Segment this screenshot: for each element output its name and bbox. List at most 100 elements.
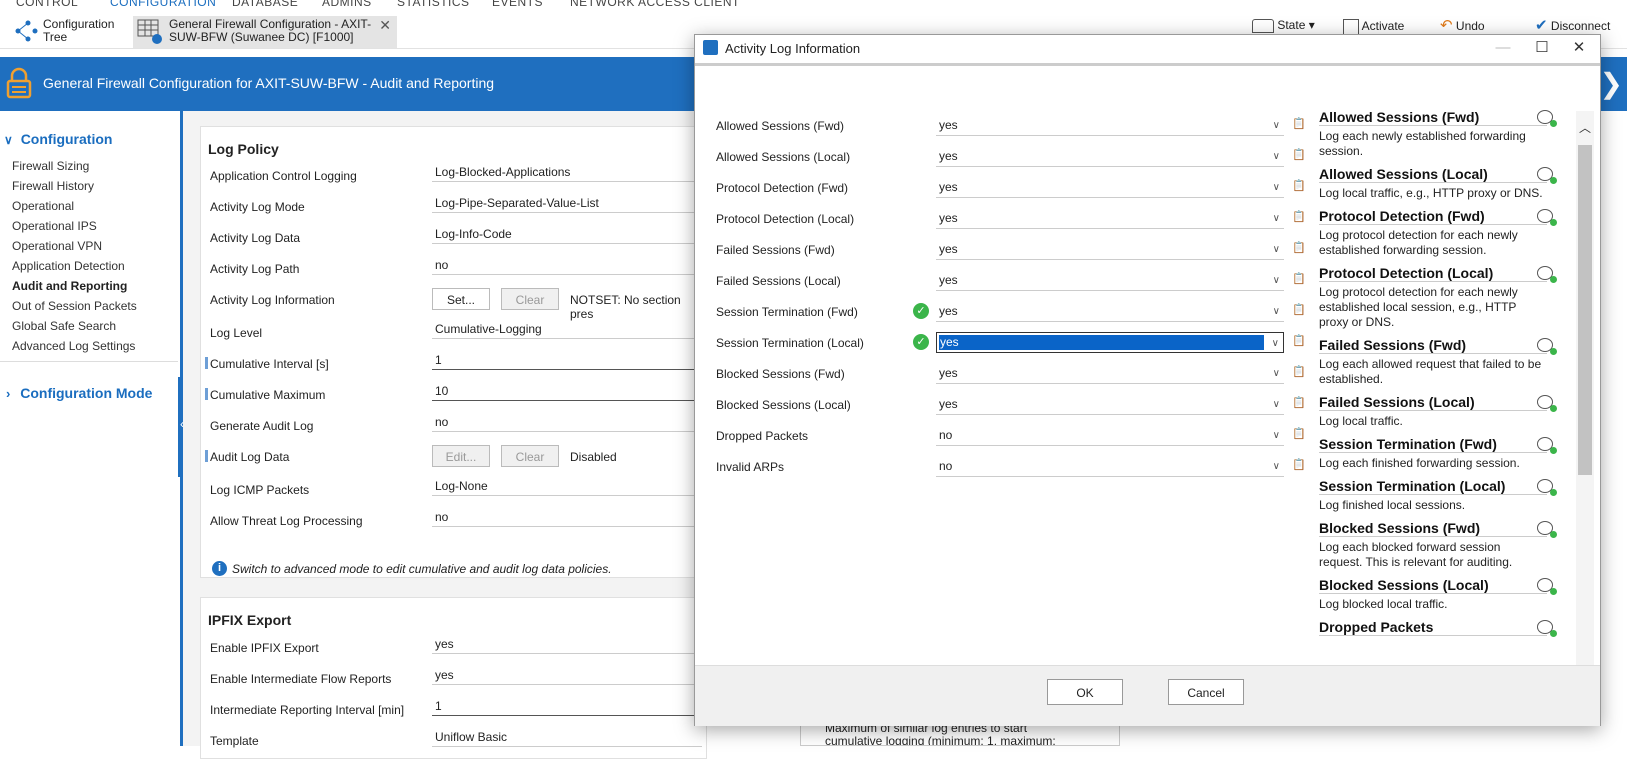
chevron-down-icon: ∨ bbox=[1272, 182, 1280, 193]
top-navigation: CONTROL CONFIGURATION DATABASE ADMINS ST… bbox=[0, 0, 1627, 12]
comment-icon[interactable] bbox=[1537, 620, 1557, 637]
scrollbar-thumb[interactable] bbox=[1578, 145, 1592, 475]
comment-icon[interactable] bbox=[1537, 578, 1557, 595]
set-button[interactable]: Set... bbox=[432, 288, 490, 310]
scroll-up-icon[interactable]: ︿ bbox=[1579, 119, 1591, 136]
clipboard-menu-icon[interactable]: 📋 bbox=[1292, 458, 1312, 471]
comment-icon[interactable] bbox=[1537, 266, 1557, 283]
blocked-sessions-fwd-select[interactable]: yes ∨ bbox=[936, 363, 1284, 384]
protocol-detection-fwd-select[interactable]: yes ∨ bbox=[936, 177, 1284, 198]
nav-configuration[interactable]: CONFIGURATION bbox=[110, 0, 216, 9]
comment-icon[interactable] bbox=[1537, 338, 1557, 355]
clipboard-menu-icon[interactable]: 📋 bbox=[1292, 334, 1312, 347]
cumulative-maximum-field[interactable]: 10 bbox=[432, 381, 702, 401]
comment-icon[interactable] bbox=[1537, 110, 1557, 127]
sidebar-item-operational-ips[interactable]: Operational IPS bbox=[12, 219, 97, 233]
tooltip-line-2: cumulative logging (minimum: 1, maximum: bbox=[825, 734, 1056, 746]
invalid-arps-select[interactable]: no ∨ bbox=[936, 456, 1284, 477]
template-field[interactable]: Uniflow Basic bbox=[432, 727, 702, 747]
sidebar-item-audit-and-reporting[interactable]: Audit and Reporting bbox=[12, 279, 127, 293]
dialog-title: Activity Log Information bbox=[725, 41, 861, 56]
application-control-logging-field[interactable]: Log-Blocked-Applications bbox=[432, 162, 702, 182]
enable-ipfix-export-field[interactable]: yes bbox=[432, 634, 702, 654]
protocol-detection-local-select[interactable]: yes ∨ bbox=[936, 208, 1284, 229]
clipboard-menu-icon[interactable]: 📋 bbox=[1292, 117, 1312, 130]
sidebar-item-firewall-sizing[interactable]: Firewall Sizing bbox=[12, 159, 89, 173]
select-value: no bbox=[939, 428, 953, 442]
sidebar-item-firewall-history[interactable]: Firewall History bbox=[12, 179, 94, 193]
allowed-sessions-local-select[interactable]: yes ∨ bbox=[936, 146, 1284, 167]
clipboard-menu-icon[interactable]: 📋 bbox=[1292, 179, 1312, 192]
state-button[interactable]: State ▾ bbox=[1252, 19, 1315, 33]
cumulative-interval-field[interactable]: 1 bbox=[432, 350, 702, 370]
enable-intermediate-flow-field[interactable]: yes bbox=[432, 665, 702, 685]
nav-network-access-client[interactable]: NETWORK ACCESS CLIENT bbox=[570, 0, 740, 9]
clipboard-menu-icon[interactable]: 📋 bbox=[1292, 396, 1312, 409]
minimize-icon[interactable]: — bbox=[1485, 37, 1521, 59]
clipboard-menu-icon[interactable]: 📋 bbox=[1292, 241, 1312, 254]
nav-admins[interactable]: ADMINS bbox=[322, 0, 372, 9]
maximize-icon[interactable]: ☐ bbox=[1524, 37, 1560, 59]
sidebar-divider bbox=[0, 361, 178, 362]
blocked-sessions-local-select[interactable]: yes ∨ bbox=[936, 394, 1284, 415]
cumulative-interval-label: Cumulative Interval [s] bbox=[210, 357, 329, 371]
undo-icon: ↶ bbox=[1440, 17, 1453, 34]
sidebar-item-application-detection[interactable]: Application Detection bbox=[12, 259, 125, 273]
sidebar-section-configuration[interactable]: ∨ Configuration bbox=[4, 131, 112, 147]
intermediate-reporting-interval-field[interactable]: 1 bbox=[432, 696, 702, 716]
clipboard-menu-icon[interactable]: 📋 bbox=[1292, 365, 1312, 378]
log-level-field[interactable]: Cumulative-Logging bbox=[432, 319, 702, 339]
select-value: yes bbox=[939, 242, 958, 256]
sidebar-item-global-safe-search[interactable]: Global Safe Search bbox=[12, 319, 116, 333]
clipboard-menu-icon[interactable]: 📋 bbox=[1292, 148, 1312, 161]
nav-control[interactable]: CONTROL bbox=[16, 0, 78, 9]
comment-icon[interactable] bbox=[1537, 521, 1557, 538]
activate-button[interactable]: Activate bbox=[1343, 19, 1404, 35]
clipboard-menu-icon[interactable]: 📋 bbox=[1292, 303, 1312, 316]
clipboard-menu-icon[interactable]: 📋 bbox=[1292, 427, 1312, 440]
failed-sessions-fwd-select[interactable]: yes ∨ bbox=[936, 239, 1284, 260]
comment-icon[interactable] bbox=[1537, 395, 1557, 412]
session-termination-local-select[interactable]: yes ∨ bbox=[936, 332, 1284, 353]
nav-statistics[interactable]: STATISTICS bbox=[397, 0, 470, 9]
clipboard-menu-icon[interactable]: 📋 bbox=[1292, 272, 1312, 285]
clipboard-menu-icon[interactable]: 📋 bbox=[1292, 210, 1312, 223]
comment-icon[interactable] bbox=[1537, 437, 1557, 454]
dialog-titlebar[interactable]: Activity Log Information — ☐ ✕ bbox=[695, 35, 1600, 63]
sidebar-item-operational-vpn[interactable]: Operational VPN bbox=[12, 239, 102, 253]
sidebar-item-out-of-session-packets[interactable]: Out of Session Packets bbox=[12, 299, 137, 313]
sidebar-item-operational[interactable]: Operational bbox=[12, 199, 74, 213]
sidebar-item-advanced-log-settings[interactable]: Advanced Log Settings bbox=[12, 339, 135, 353]
clear-audit-button[interactable]: Clear bbox=[501, 445, 559, 467]
activity-log-data-field[interactable]: Log-Info-Code bbox=[432, 224, 702, 244]
comment-icon[interactable] bbox=[1537, 479, 1557, 496]
close-tab-icon[interactable]: ✕ bbox=[379, 17, 391, 34]
activity-log-path-field[interactable]: no bbox=[432, 255, 702, 275]
nav-events[interactable]: EVENTS bbox=[492, 0, 543, 9]
cancel-button[interactable]: Cancel bbox=[1168, 679, 1244, 705]
generate-audit-log-field[interactable]: no bbox=[432, 412, 702, 432]
sidebar-section-configuration-mode[interactable]: › Configuration Mode bbox=[6, 385, 152, 401]
configuration-tree-button[interactable]: Configuration Tree bbox=[43, 18, 114, 44]
help-title: Protocol Detection (Fwd) bbox=[1319, 208, 1547, 225]
chevron-down-icon: ∨ bbox=[1272, 244, 1280, 255]
undo-button[interactable]: ↶ Undo bbox=[1440, 17, 1485, 34]
collapse-panel-icon[interactable]: ❯ bbox=[1600, 67, 1623, 100]
edit-button[interactable]: Edit... bbox=[432, 445, 490, 467]
comment-icon[interactable] bbox=[1537, 209, 1557, 226]
nav-database[interactable]: DATABASE bbox=[232, 0, 298, 9]
failed-sessions-local-label: Failed Sessions (Local) bbox=[716, 274, 841, 288]
allowed-sessions-fwd-select[interactable]: yes ∨ bbox=[936, 115, 1284, 136]
disconnect-button[interactable]: ✔ Disconnect bbox=[1535, 18, 1610, 33]
comment-icon[interactable] bbox=[1537, 167, 1557, 184]
allow-threat-log-field[interactable]: no bbox=[432, 507, 702, 527]
session-termination-fwd-select[interactable]: yes ∨ bbox=[936, 301, 1284, 322]
document-tab[interactable]: General Firewall Configuration - AXIT- S… bbox=[133, 16, 397, 48]
clear-button[interactable]: Clear bbox=[501, 288, 559, 310]
failed-sessions-local-select[interactable]: yes ∨ bbox=[936, 270, 1284, 291]
ok-button[interactable]: OK bbox=[1047, 679, 1123, 705]
close-icon[interactable]: ✕ bbox=[1561, 37, 1597, 59]
log-icmp-packets-field[interactable]: Log-None bbox=[432, 476, 702, 496]
dropped-packets-select[interactable]: no ∨ bbox=[936, 425, 1284, 446]
activity-log-mode-field[interactable]: Log-Pipe-Separated-Value-List bbox=[432, 193, 702, 213]
